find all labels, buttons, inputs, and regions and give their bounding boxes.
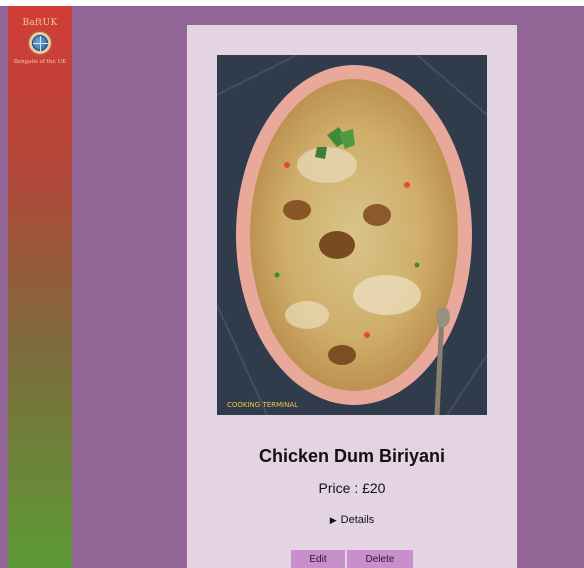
details-label: Details [340,514,375,526]
action-buttons: Edit Delete [187,550,517,568]
details-toggle[interactable]: ▶ Details [187,514,517,526]
logo-tagline: Bengalis of the UK [13,59,67,65]
brand-logo[interactable]: BaftUK Bengalis of the UK [8,18,72,78]
delete-button[interactable]: Delete [347,550,413,568]
logo-name: BaftUK [22,18,58,28]
dish-price: Price : £20 [318,480,386,496]
globe-icon [27,30,53,56]
dish-title: Chicken Dum Biriyani [258,446,446,466]
edit-button[interactable]: Edit [291,550,345,568]
caret-right-icon: ▶ [329,515,337,525]
dish-photo: COOKING TERMINAL [217,55,487,415]
sidebar: BaftUK Bengalis of the UK [8,6,72,568]
dish-card: COOKING TERMINAL Chicken Dum Biriyani Pr… [187,25,517,568]
image-watermark: COOKING TERMINAL [227,401,298,409]
